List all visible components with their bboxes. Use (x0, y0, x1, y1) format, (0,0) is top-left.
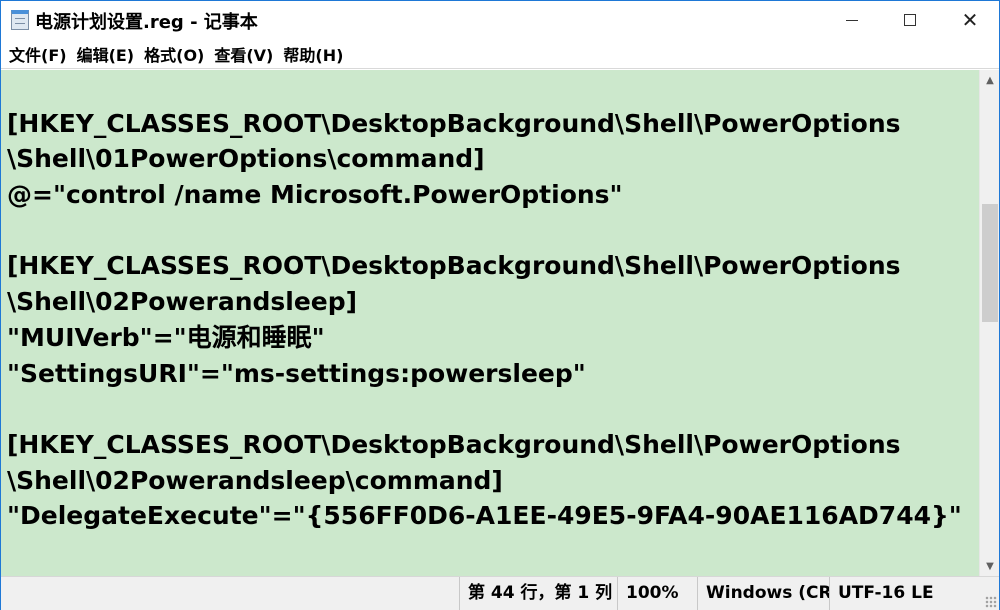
text-line (7, 391, 962, 427)
text-line (7, 70, 962, 106)
notepad-window: 电源计划设置.reg - 记事本 ✕ 文件(F) 编辑(E) 格式(O) 查看(… (0, 0, 1000, 610)
scrollbar-thumb[interactable] (982, 204, 998, 322)
menu-bar: 文件(F) 编辑(E) 格式(O) 查看(V) 帮助(H) (1, 39, 999, 69)
text-line: [HKEY_CLASSES_ROOT\DesktopBackground\She… (7, 251, 901, 281)
window-title: 电源计划设置.reg - 记事本 (35, 12, 258, 33)
maximize-icon (904, 14, 916, 26)
text-line: [HKEY_CLASSES_ROOT\DesktopBackground\She… (7, 108, 901, 138)
text-line: \Shell\01PowerOptions\command] (7, 144, 485, 174)
encoding: UTF-16 LE (829, 577, 979, 610)
menu-help[interactable]: 帮助(H) (279, 42, 347, 66)
menu-view[interactable]: 查看(V) (210, 42, 277, 66)
menu-format[interactable]: 格式(O) (140, 42, 208, 66)
menu-file[interactable]: 文件(F) (5, 42, 71, 66)
close-icon: ✕ (961, 8, 979, 32)
minimize-button[interactable] (823, 1, 881, 39)
scroll-down-icon[interactable]: ▼ (980, 556, 1000, 576)
scroll-up-icon[interactable]: ▲ (980, 70, 1000, 90)
notepad-icon[interactable] (11, 10, 29, 30)
text-line: \Shell\02Powerandsleep\command] (7, 465, 503, 495)
maximize-button[interactable] (881, 1, 939, 39)
close-button[interactable]: ✕ (941, 1, 999, 39)
zoom-level: 100% (617, 577, 697, 610)
cursor-position: 第 44 行，第 1 列 (459, 577, 617, 610)
text-line: \Shell\02Powerandsleep] (7, 287, 358, 317)
text-editor[interactable]: [HKEY_CLASSES_ROOT\DesktopBackground\She… (1, 70, 979, 576)
resize-grip-icon[interactable] (985, 596, 997, 608)
line-ending: Windows (CRLF) (697, 577, 829, 610)
menu-edit[interactable]: 编辑(E) (73, 42, 139, 66)
text-line: "DelegateExecute"="{556FF0D6-A1EE-49E5-9… (7, 501, 962, 531)
text-line: "SettingsURI"="ms-settings:powersleep" (7, 358, 586, 388)
title-bar[interactable]: 电源计划设置.reg - 记事本 ✕ (1, 1, 999, 39)
status-bar: 第 44 行，第 1 列 100% Windows (CRLF) UTF-16 … (1, 576, 999, 610)
editor-content: [HKEY_CLASSES_ROOT\DesktopBackground\She… (7, 70, 962, 534)
vertical-scrollbar[interactable]: ▲ ▼ (979, 70, 999, 576)
text-line (7, 213, 962, 249)
minimize-icon (846, 19, 858, 21)
text-line: "MUIVerb"="电源和睡眠" (7, 322, 325, 352)
text-line: [HKEY_CLASSES_ROOT\DesktopBackground\She… (7, 429, 901, 459)
text-line: @="control /name Microsoft.PowerOptions" (7, 180, 623, 210)
